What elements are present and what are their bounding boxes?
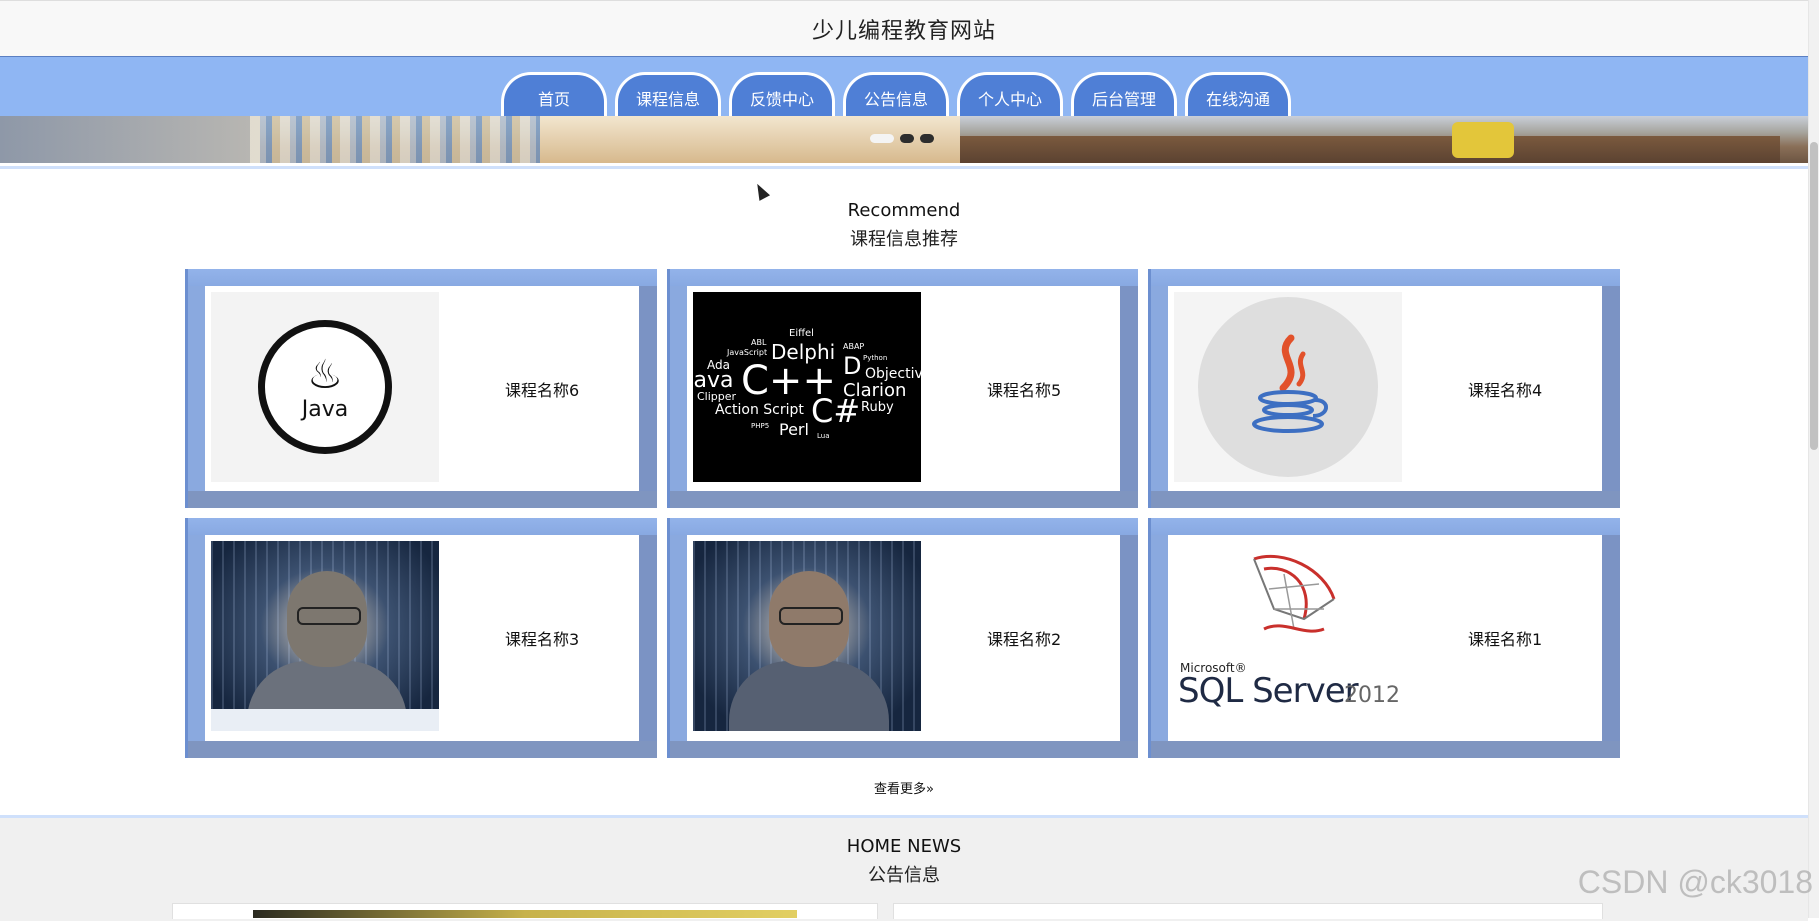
card-frame — [188, 286, 205, 491]
hacker-photo-image[interactable] — [211, 541, 439, 731]
course-name[interactable]: 课程名称3 — [505, 535, 579, 741]
card-frame — [1602, 535, 1620, 741]
carousel-dot-1[interactable] — [870, 134, 894, 143]
card-body: 课程名称2 — [687, 535, 1120, 741]
cloud-word: Perl — [779, 420, 809, 439]
csdn-watermark: CSDN @ck3018 — [1577, 864, 1813, 900]
news-title-en: HOME NEWS — [846, 836, 962, 857]
cloud-word: ABAP — [843, 342, 865, 351]
cloud-word: Lua — [817, 432, 830, 440]
card-frame — [1120, 535, 1138, 741]
main-nav: 首页 课程信息 反馈中心 公告信息 个人中心 后台管理 在线沟通 — [0, 56, 1808, 117]
carousel-dot-2[interactable] — [900, 134, 914, 143]
recommend-title-zh: 课程信息推荐 — [850, 229, 958, 250]
news-image[interactable] — [253, 910, 797, 918]
course-card[interactable]: 课程名称3 — [185, 518, 657, 758]
programmer-photo-image[interactable] — [693, 541, 921, 731]
nav-profile[interactable]: 个人中心 — [957, 72, 1063, 116]
course-name[interactable]: 课程名称6 — [505, 286, 579, 491]
nav-courses[interactable]: 课程信息 — [615, 72, 721, 116]
java-cup-circle — [1198, 297, 1378, 477]
card-body: 课程名称4 — [1168, 286, 1602, 491]
cloud-word: PHP5 — [751, 422, 770, 430]
card-frame — [639, 535, 657, 741]
photo-desk — [211, 709, 439, 731]
card-frame — [188, 535, 205, 741]
card-frame — [1120, 286, 1138, 491]
nav-chat[interactable]: 在线沟通 — [1185, 72, 1291, 116]
card-frame — [1151, 535, 1168, 741]
cloud-word: ABL — [751, 338, 767, 347]
photo-figure — [297, 607, 361, 625]
nav-announcements[interactable]: 公告信息 — [843, 72, 949, 116]
banner-carousel[interactable] — [0, 116, 1808, 163]
card-frame — [670, 535, 687, 741]
course-grid: ♨ Java 课程名称6 Eiffel ABL JavaScript Delph… — [185, 269, 1620, 758]
nav-home[interactable]: 首页 — [501, 72, 607, 116]
card-body: Microsoft® SQL Server 2012 课程名称1 — [1168, 535, 1602, 741]
card-frame — [1602, 286, 1620, 491]
mouse-cursor-icon — [751, 181, 771, 201]
java-logo-image[interactable]: ♨ Java — [211, 292, 439, 482]
course-name[interactable]: 课程名称4 — [1468, 286, 1542, 491]
cloud-word: Ruby — [861, 400, 894, 415]
site-header: 少儿编程教育网站 — [0, 0, 1808, 57]
banner-scene — [0, 116, 260, 163]
course-card[interactable]: Eiffel ABL JavaScript Delphi ABAP Ada D … — [667, 269, 1138, 508]
photo-figure — [779, 607, 843, 625]
cloud-word: JavaScript — [727, 348, 768, 357]
java-cup-icon — [1252, 334, 1328, 433]
sql-server-year: 2012 — [1344, 683, 1400, 708]
banner-kettle — [1452, 122, 1514, 158]
banner-counter — [960, 136, 1780, 163]
news-card[interactable] — [893, 903, 1603, 919]
card-frame — [670, 286, 687, 491]
page-scrollbar[interactable] — [1808, 0, 1819, 918]
recommend-heading: Recommend 课程信息推荐 — [0, 200, 1808, 251]
recommend-title-en: Recommend — [847, 200, 961, 221]
scrollbar-thumb[interactable] — [1810, 142, 1818, 450]
nav-items: 首页 课程信息 反馈中心 公告信息 个人中心 后台管理 在线沟通 — [501, 72, 1291, 116]
banner-bookshelf — [250, 116, 570, 163]
view-more-link[interactable]: 查看更多» — [0, 778, 1808, 797]
card-body: 课程名称3 — [205, 535, 639, 741]
nav-feedback[interactable]: 反馈中心 — [729, 72, 835, 116]
carousel-dot-3[interactable] — [920, 134, 934, 143]
news-title-zh: 公告信息 — [868, 865, 940, 886]
card-frame — [639, 286, 657, 491]
card-body: ♨ Java 课程名称6 — [205, 286, 639, 491]
photo-figure — [729, 661, 889, 731]
card-frame — [1151, 286, 1168, 491]
course-name[interactable]: 课程名称5 — [987, 286, 1061, 491]
cloud-word: Python — [863, 354, 888, 362]
news-heading: HOME NEWS 公告信息 — [0, 836, 1808, 887]
banner-divider — [0, 166, 1808, 169]
nav-admin[interactable]: 后台管理 — [1071, 72, 1177, 116]
java-wordmark: Java — [301, 396, 349, 422]
course-card[interactable]: ♨ Java 课程名称6 — [185, 269, 657, 508]
java-ring: ♨ Java — [258, 320, 392, 454]
sql-server-logo-image[interactable]: Microsoft® SQL Server 2012 — [1174, 541, 1402, 731]
cloud-word: C# — [811, 392, 861, 430]
cloud-word: D — [843, 352, 862, 380]
sql-server-icon — [1253, 554, 1336, 633]
java-cup-logo-image[interactable] — [1174, 292, 1402, 482]
java-cup-icon: ♨ — [307, 351, 343, 398]
course-card[interactable]: Microsoft® SQL Server 2012 课程名称1 — [1148, 518, 1620, 758]
course-card[interactable]: 课程名称4 — [1148, 269, 1620, 508]
carousel-dots — [870, 134, 934, 143]
site-title: 少儿编程教育网站 — [811, 19, 996, 44]
card-body: Eiffel ABL JavaScript Delphi ABAP Ada D … — [687, 286, 1120, 491]
cloud-word: Eiffel — [789, 328, 814, 339]
course-name[interactable]: 课程名称2 — [987, 535, 1061, 741]
course-card[interactable]: 课程名称2 — [667, 518, 1138, 758]
cloud-word: Action Script — [715, 402, 804, 418]
language-cloud-image[interactable]: Eiffel ABL JavaScript Delphi ABAP Ada D … — [693, 292, 921, 482]
sql-server-name: SQL Server — [1178, 671, 1359, 711]
course-name[interactable]: 课程名称1 — [1468, 535, 1542, 741]
